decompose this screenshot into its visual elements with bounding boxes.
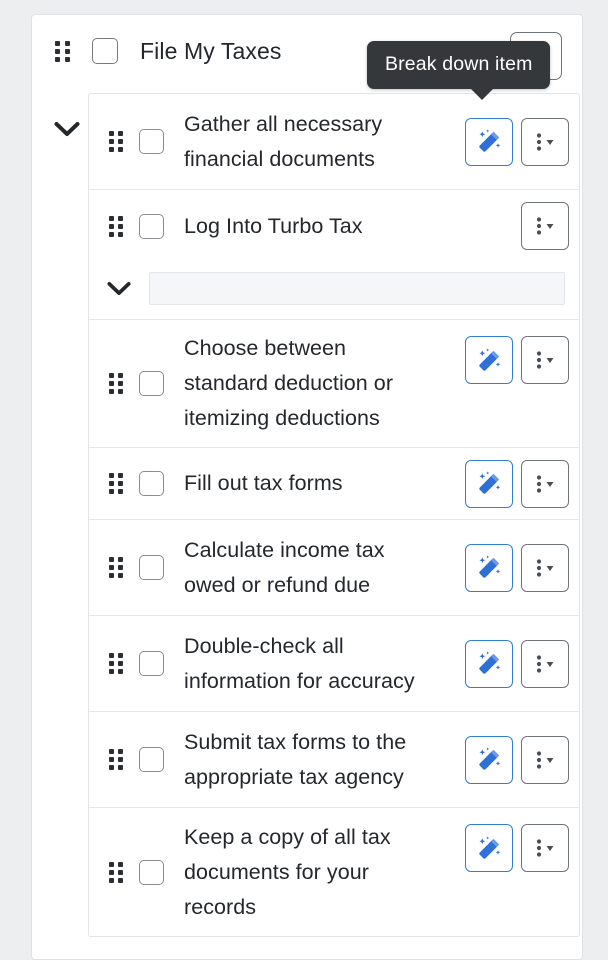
drag-handle-icon[interactable] [55,40,70,62]
checkbox-unchecked-icon[interactable] [139,471,164,496]
drag-handle-icon[interactable] [109,653,123,674]
row-actions [521,202,569,250]
drag-handle-icon[interactable] [109,749,123,770]
drag-handle-icon[interactable] [109,373,123,394]
subtask-row[interactable]: Gather all necessary financial documents [89,94,579,190]
subtask-label: Submit tax forms to the appropriate tax … [184,729,407,789]
more-options-button[interactable] [521,202,569,250]
row-actions [465,117,569,166]
checkbox-unchecked-icon[interactable] [139,651,164,676]
checkbox-unchecked-icon[interactable] [139,555,164,580]
more-options-button[interactable] [521,459,569,508]
subtask-label: Choose between standard deduction or ite… [184,336,394,430]
tooltip-text: Break down item [385,53,533,75]
tooltip: Break down item [367,41,551,100]
subtask-label: Log Into Turbo Tax [184,213,363,238]
subtask-label: Keep a copy of all tax documents for you… [184,824,391,919]
subtask-row[interactable]: Fill out tax forms [89,448,579,520]
row-actions [465,824,569,872]
more-options-button[interactable] [521,735,569,784]
page-title: File My Taxes [140,37,282,64]
subtask-row[interactable]: Choose between standard deduction or ite… [89,320,579,448]
subtask-row[interactable]: Calculate income tax owed or refund due [89,520,579,616]
nested-expand-chevron-down-icon[interactable] [103,273,135,305]
checkbox-unchecked-icon[interactable] [92,38,118,64]
checkbox-unchecked-icon[interactable] [139,213,164,239]
root-task-card: File My Taxes Gather all necessary finan… [31,14,583,960]
task-list-app: File My Taxes Gather all necessary finan… [0,0,608,960]
more-options-button[interactable] [521,824,569,872]
drag-handle-icon[interactable] [109,557,123,578]
more-options-button[interactable] [521,543,569,592]
drag-handle-icon[interactable] [109,473,123,494]
root-expand-chevron-down-icon[interactable] [49,111,85,147]
row-actions [465,735,569,784]
more-options-button[interactable] [521,639,569,688]
row-actions [465,639,569,688]
nested-subtask-expander-row [89,262,579,320]
subtask-list: Gather all necessary financial documents [88,93,580,937]
more-options-button[interactable] [521,336,569,384]
subtask-label: Gather all necessary financial documents [184,111,383,171]
subtask-label: Fill out tax forms [184,471,343,495]
subtask-row[interactable]: Submit tax forms to the appropriate tax … [89,712,579,808]
break-down-item-button[interactable] [465,824,513,872]
row-actions [465,543,569,592]
row-actions [465,336,569,384]
subtask-row[interactable]: Keep a copy of all tax documents for you… [89,808,579,936]
subtask-row[interactable]: Double-check all information for accurac… [89,616,579,712]
break-down-item-button[interactable] [465,735,513,784]
drag-handle-icon[interactable] [109,215,123,237]
break-down-item-button[interactable] [465,543,513,592]
drag-handle-icon[interactable] [109,131,123,152]
break-down-item-button[interactable] [465,459,513,508]
subtask-row[interactable]: Log Into Turbo Tax [89,190,579,262]
break-down-item-button[interactable] [465,336,513,384]
subtask-label: Double-check all information for accurac… [184,633,415,693]
drag-handle-icon[interactable] [109,861,123,883]
subtask-label: Calculate income tax owed or refund due [184,537,385,597]
more-options-button[interactable] [521,117,569,166]
empty-subtask-input[interactable] [149,272,565,305]
checkbox-unchecked-icon[interactable] [139,371,164,396]
break-down-item-button[interactable] [465,117,513,166]
checkbox-unchecked-icon[interactable] [139,859,164,885]
break-down-item-button[interactable] [465,639,513,688]
checkbox-unchecked-icon[interactable] [139,747,164,772]
row-actions [465,459,569,508]
checkbox-unchecked-icon[interactable] [139,129,164,154]
